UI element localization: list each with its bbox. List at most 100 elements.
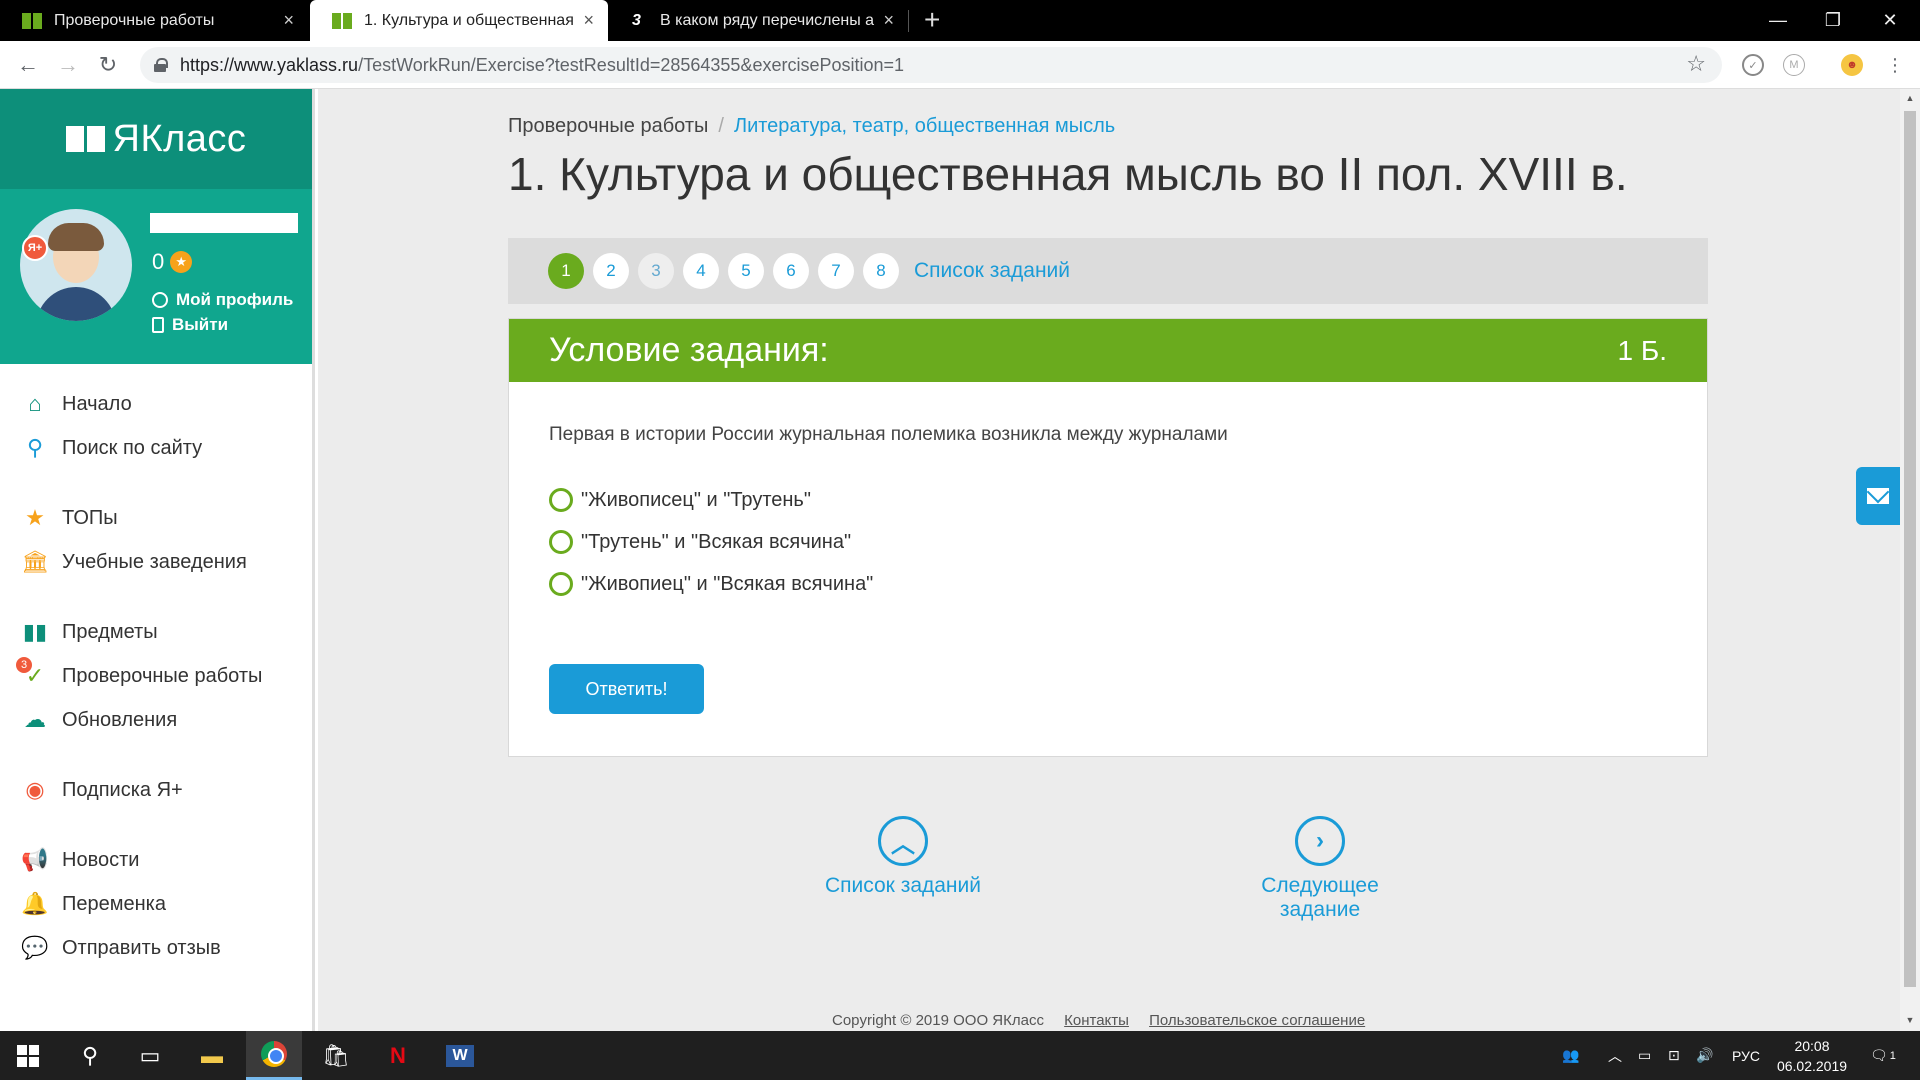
browser-toolbar: ← → ↻ https://www.yaklass.ru/TestWorkRun…	[0, 41, 1920, 89]
sidebar-item-home[interactable]: ⌂ Начало	[0, 382, 312, 426]
tab-title: 1. Культура и общественная мы	[364, 11, 575, 29]
sidebar-item-label: ТОПы	[62, 506, 118, 529]
bookmark-star-icon[interactable]: ☆	[1686, 51, 1706, 77]
task-points: 1 Б.	[1617, 334, 1667, 366]
browser-tab-exercise[interactable]: 1. Культура и общественная мы ×	[310, 0, 608, 41]
tab-title: Проверочные работы	[54, 11, 215, 29]
sidebar-item-label: Начало	[62, 392, 132, 415]
clock[interactable]: 20:08 06.02.2019	[1766, 1036, 1858, 1076]
breadcrumb-root[interactable]: Проверочные работы	[508, 115, 708, 137]
radio-button[interactable]	[549, 572, 573, 596]
sidebar-item-subjects[interactable]: ▮▮ Предметы	[0, 610, 312, 654]
page-1-button[interactable]: 1	[548, 253, 584, 289]
lock-icon	[154, 58, 168, 72]
logout-link[interactable]: Выйти	[152, 315, 228, 335]
sidebar-item-feedback[interactable]: 💬 Отправить отзыв	[0, 926, 312, 970]
radio-button[interactable]	[549, 530, 573, 554]
back-arrow-icon[interactable]: ←	[12, 49, 44, 81]
tab-close-icon[interactable]: ×	[883, 10, 894, 31]
battery-icon[interactable]: ▭	[1638, 1031, 1651, 1080]
minimize-button[interactable]: —	[1748, 0, 1808, 41]
sidebar-item-updates[interactable]: ☁ Обновления	[0, 698, 312, 742]
sidebar-item-search[interactable]: ⚲ Поиск по сайту	[0, 426, 312, 470]
breadcrumb-current[interactable]: Литература, театр, общественная мысль	[734, 115, 1115, 137]
extension-m-icon[interactable]: M	[1783, 54, 1805, 76]
search-icon: ⚲	[26, 435, 44, 460]
sidebar-item-tops[interactable]: ★ ТОПы	[0, 496, 312, 540]
sidebar-item-news[interactable]: 📢 Новости	[0, 838, 312, 882]
windows-logo-icon	[17, 1044, 39, 1067]
url-path: /TestWorkRun/Exercise?testResultId=28564…	[358, 54, 905, 75]
language-indicator[interactable]: РУС	[1732, 1031, 1760, 1080]
scroll-up-arrow-icon[interactable]: ▲	[1900, 93, 1920, 103]
site-logo[interactable]: ЯКласс	[0, 89, 312, 189]
username-redacted	[150, 213, 298, 233]
breadcrumb-separator: /	[718, 115, 724, 137]
notification-center[interactable]: 🗨 1	[1870, 1031, 1896, 1080]
answer-option-label: "Живопиец" и "Всякая всячина"	[581, 572, 874, 595]
close-window-button[interactable]: ✕	[1860, 0, 1920, 41]
page-scrollbar[interactable]: ▲ ▼	[1900, 89, 1920, 1031]
task-list-link[interactable]: Список заданий	[914, 259, 1070, 283]
answer-option[interactable]: "Трутень" и "Всякая всячина"	[549, 521, 873, 563]
next-task-nav[interactable]: › Следующее задание	[1220, 816, 1420, 922]
page-3-button[interactable]: 3	[638, 253, 674, 289]
forward-arrow-icon[interactable]: →	[52, 49, 84, 81]
page-7-button[interactable]: 7	[818, 253, 854, 289]
avatar[interactable]	[20, 209, 132, 321]
clock-time: 20:08	[1794, 1038, 1830, 1054]
people-icon[interactable]: 👥	[1562, 1031, 1579, 1080]
network-icon[interactable]: ⊡	[1668, 1031, 1680, 1080]
sidebar-item-label: Переменка	[62, 892, 166, 915]
answer-option[interactable]: "Живописец" и "Трутень"	[549, 479, 873, 521]
contacts-link[interactable]: Контакты	[1064, 1012, 1129, 1029]
scrollbar-thumb[interactable]	[1904, 111, 1916, 987]
scroll-down-arrow-icon[interactable]: ▼	[1900, 1015, 1920, 1025]
tab-close-icon[interactable]: ×	[583, 10, 594, 31]
tab-divider	[908, 10, 909, 32]
sidebar-item-subscription[interactable]: ◉ Подписка Я+	[0, 768, 312, 812]
points-value: 0	[152, 249, 165, 274]
maximize-button[interactable]: ❐	[1803, 0, 1863, 41]
subscription-icon: ◉	[25, 777, 45, 802]
extension-icon[interactable]: ✓	[1742, 54, 1764, 76]
footer: Copyright © 2019 ООО ЯКласс Контакты Пол…	[832, 1012, 1365, 1029]
browser-tab-tests[interactable]: Проверочные работы ×	[0, 0, 308, 41]
profile-avatar-icon[interactable]: ☻	[1841, 54, 1863, 76]
feedback-mail-button[interactable]	[1856, 467, 1900, 525]
sidebar-menu: ⌂ Начало ⚲ Поиск по сайту ★ ТОПы 🏛 Учебн…	[0, 364, 312, 970]
my-profile-link[interactable]: Мой профиль	[152, 290, 293, 310]
page-5-button[interactable]: 5	[728, 253, 764, 289]
tray-chevron-icon[interactable]: ︿	[1608, 1031, 1622, 1080]
search-taskbar-icon[interactable]: ⚲	[62, 1031, 118, 1080]
page-6-button[interactable]: 6	[773, 253, 809, 289]
page-2-button[interactable]: 2	[593, 253, 629, 289]
page-8-button[interactable]: 8	[863, 253, 899, 289]
submit-answer-button[interactable]: Ответить!	[549, 664, 704, 714]
word-taskbar-button[interactable]: W	[432, 1031, 488, 1080]
volume-icon[interactable]: 🔊	[1696, 1031, 1713, 1080]
netflix-icon[interactable]: N	[370, 1031, 426, 1080]
reload-icon[interactable]: ↻	[92, 49, 124, 81]
page-4-button[interactable]: 4	[683, 253, 719, 289]
answer-option[interactable]: "Живопиец" и "Всякая всячина"	[549, 563, 873, 605]
address-bar[interactable]: https://www.yaklass.ru/TestWorkRun/Exerc…	[140, 47, 1722, 83]
chrome-icon	[261, 1041, 287, 1067]
task-list-nav[interactable]: ︿ Список заданий	[823, 816, 983, 898]
sidebar-item-break[interactable]: 🔔 Переменка	[0, 882, 312, 926]
tab-close-icon[interactable]: ×	[283, 10, 294, 31]
store-icon[interactable]: 🛍	[308, 1031, 364, 1080]
start-button[interactable]	[0, 1031, 56, 1080]
book-icon: ▮▮	[22, 619, 48, 644]
browser-tab-question[interactable]: 3 В каком ряду перечислены авто ×	[610, 0, 908, 41]
chat-icon: 💬	[21, 935, 49, 960]
chrome-taskbar-button[interactable]	[246, 1031, 302, 1080]
sidebar-item-schools[interactable]: 🏛 Учебные заведения	[0, 540, 312, 584]
file-explorer-icon[interactable]: ▬	[184, 1031, 240, 1080]
task-view-icon[interactable]: ▭	[122, 1031, 178, 1080]
radio-button[interactable]	[549, 488, 573, 512]
menu-dots-icon[interactable]: ⋮	[1884, 54, 1906, 76]
new-tab-button[interactable]: +	[924, 4, 940, 36]
user-agreement-link[interactable]: Пользовательское соглашение	[1149, 1012, 1365, 1029]
sidebar-item-tests[interactable]: 3 ✓ Проверочные работы	[0, 654, 312, 698]
